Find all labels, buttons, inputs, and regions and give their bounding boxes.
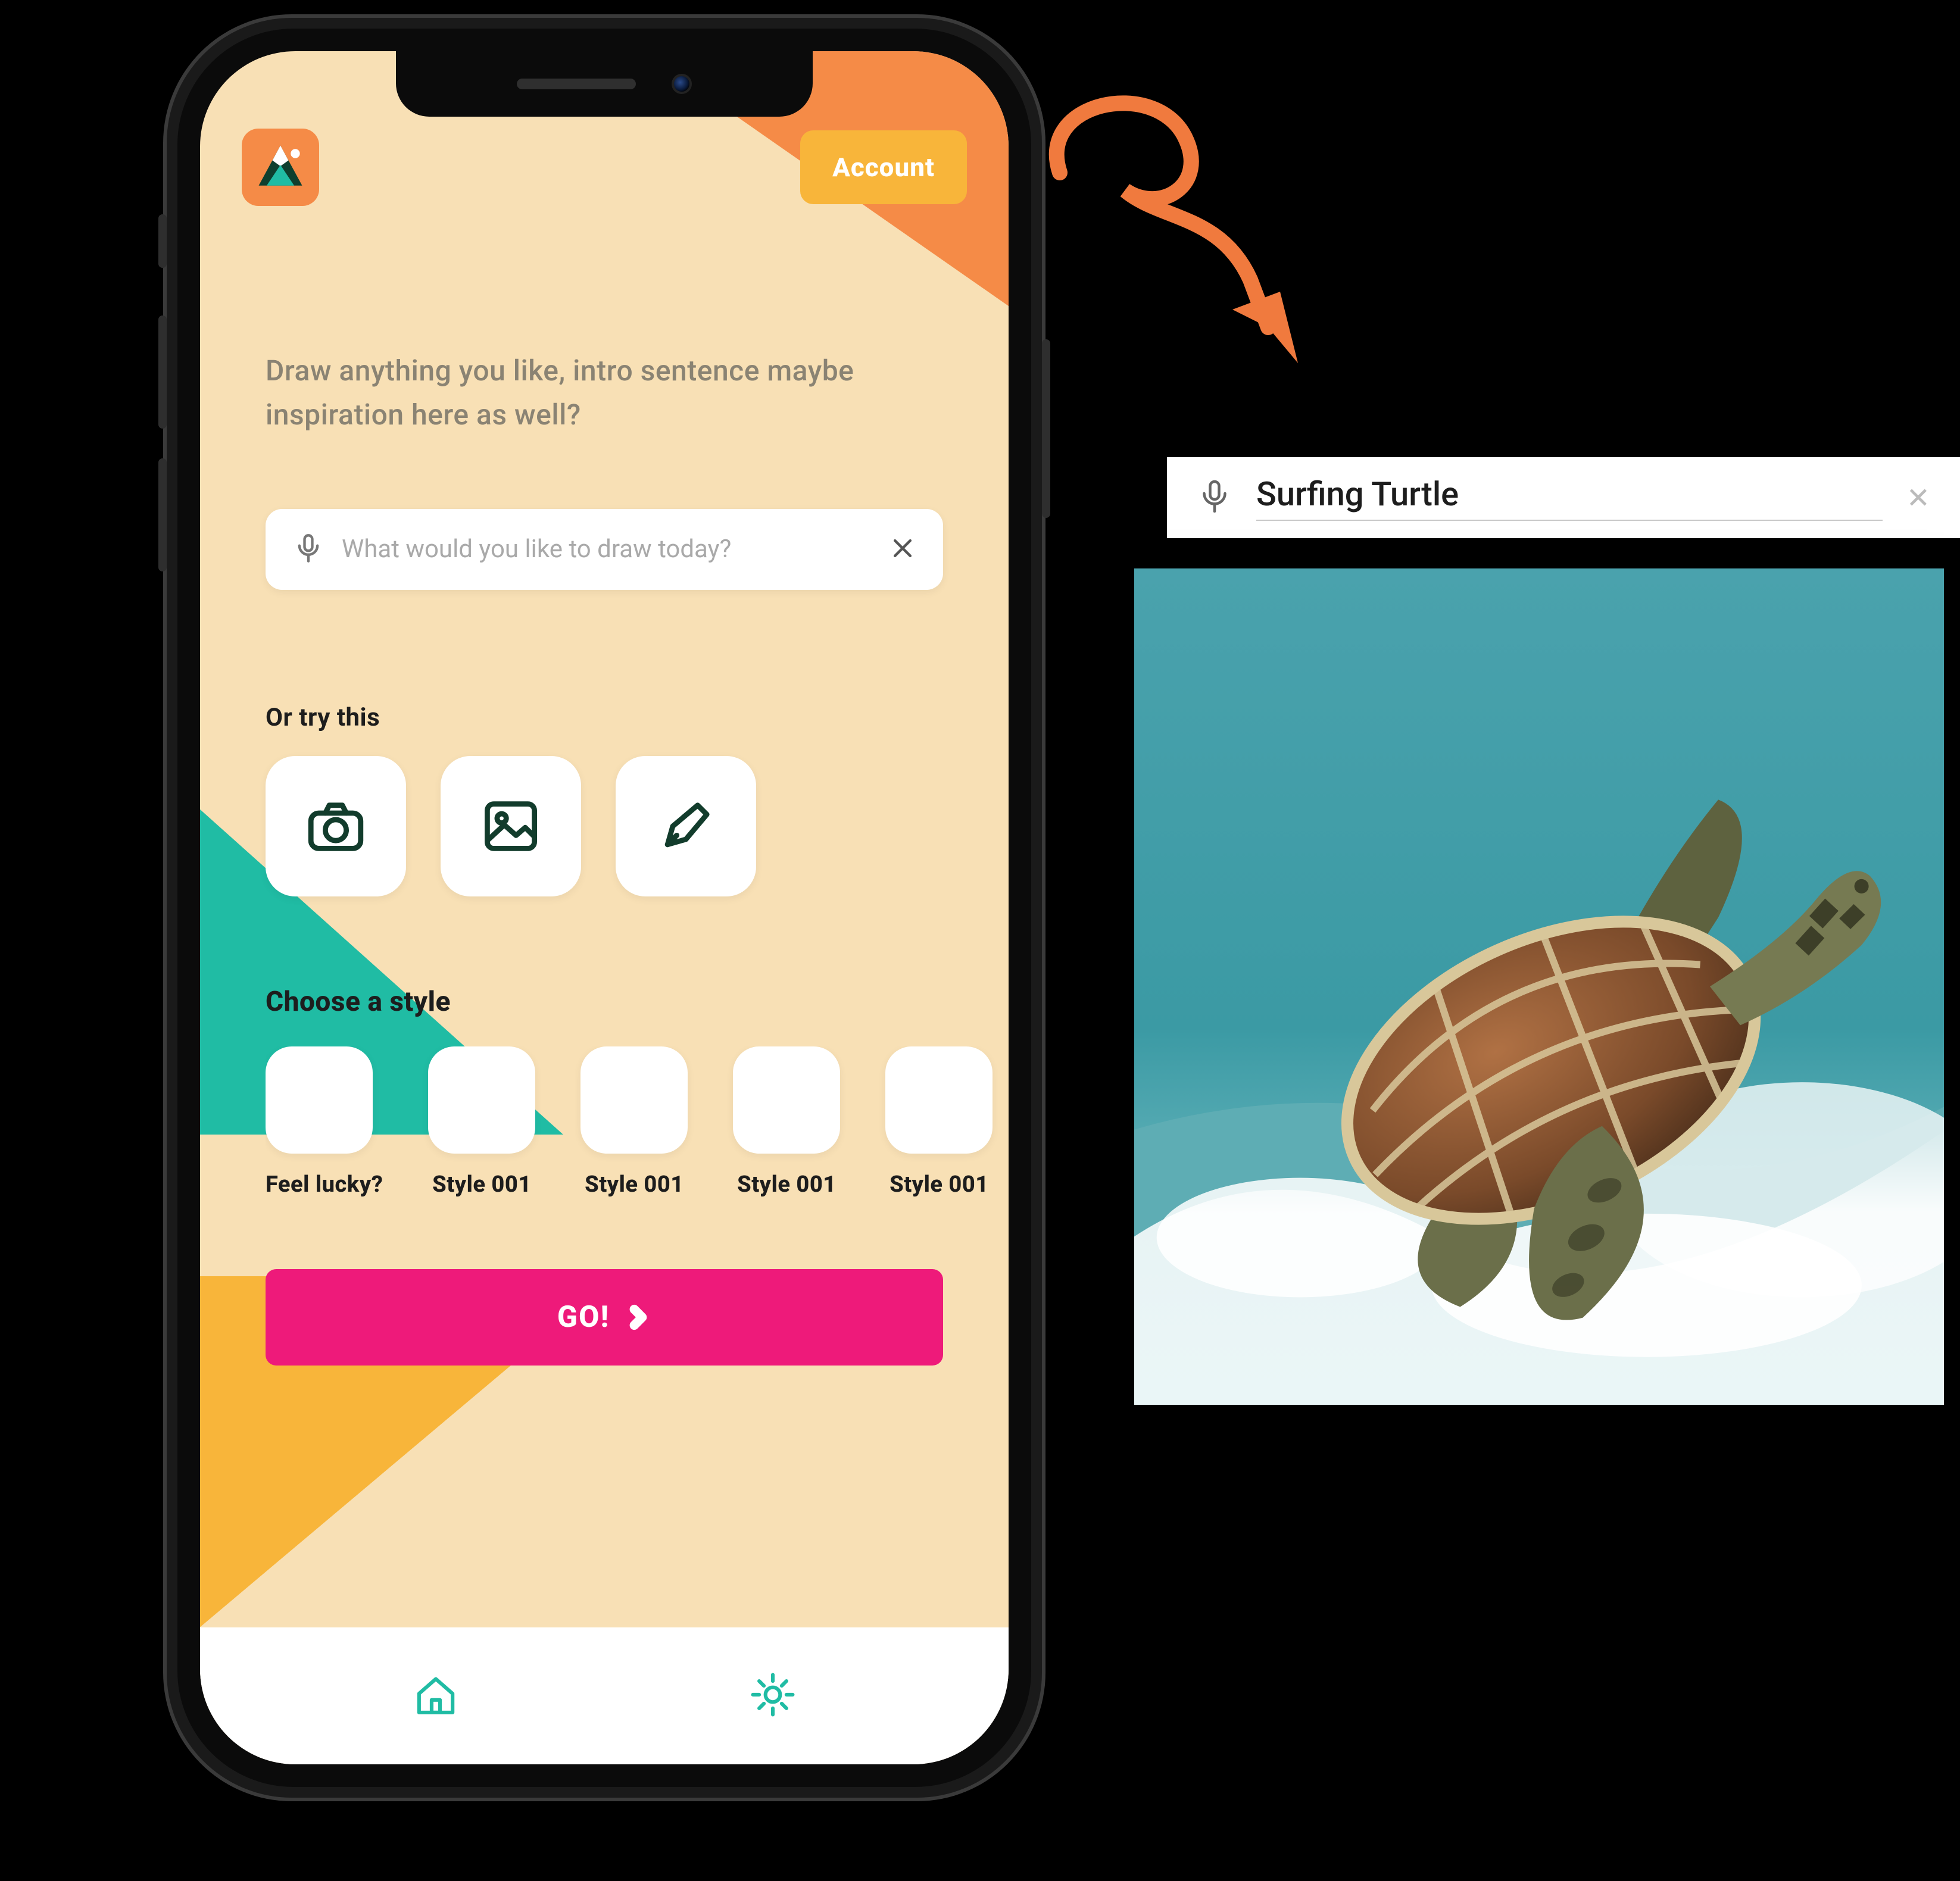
chevron-right-icon [624,1304,651,1331]
microphone-icon[interactable] [1197,479,1232,517]
prompt-input[interactable] [342,535,872,564]
phone-side-button [158,214,167,268]
style-thumb [428,1046,535,1154]
alt-tool-image[interactable] [441,756,581,896]
go-button[interactable]: GO! [266,1269,943,1366]
phone-side-button [158,458,167,571]
intro-text: Draw anything you like, intro sentence m… [266,349,943,438]
or-try-label: Or try this [266,703,943,732]
camera-icon [303,793,369,859]
callout-arrow [1024,65,1322,375]
style-item[interactable]: Style 001 [885,1046,993,1198]
phone-frame: Account Draw anything you like, intro se… [167,18,1042,1798]
choose-style-label: Choose a style [266,986,943,1018]
alt-tool-camera[interactable] [266,756,406,896]
style-thumb [885,1046,993,1154]
style-label: Style 001 [885,1171,993,1198]
style-item-feel-lucky[interactable]: Feel lucky? [266,1046,383,1198]
logo-mountain-icon [252,139,309,196]
style-item[interactable]: Style 001 [733,1046,840,1198]
pen-icon [653,793,719,859]
style-thumb [733,1046,840,1154]
result-search-bar[interactable]: Surfing Turtle ✕ [1167,457,1960,538]
nav-home-button[interactable] [335,1668,537,1723]
app-header: Account [200,129,1009,206]
image-icon [478,793,544,859]
account-button[interactable]: Account [800,130,967,204]
style-item[interactable]: Style 001 [580,1046,688,1198]
home-icon [410,1668,462,1721]
prompt-input-container[interactable] [266,509,943,590]
app-screen: Account Draw anything you like, intro se… [200,51,1009,1764]
style-label: Style 001 [428,1171,535,1198]
microphone-icon[interactable] [293,533,324,566]
bottom-nav [200,1627,1009,1764]
style-thumb [580,1046,688,1154]
phone-notch [396,51,813,117]
nav-settings-button[interactable] [672,1668,874,1723]
style-label: Style 001 [580,1171,688,1198]
style-label: Feel lucky? [266,1171,383,1198]
result-search-text[interactable]: Surfing Turtle [1256,474,1883,521]
close-icon[interactable]: ✕ [1906,481,1930,515]
phone-side-button [158,315,167,429]
go-button-label: GO! [557,1300,610,1335]
generated-image [1134,568,1944,1405]
style-thumb [266,1046,373,1154]
style-item[interactable]: Style 001 [428,1046,535,1198]
gear-icon [747,1668,799,1721]
style-row[interactable]: Feel lucky? Style 001 Style 001 Style 00… [266,1046,1009,1198]
app-logo[interactable] [242,129,319,206]
alt-tool-pen[interactable] [616,756,756,896]
style-label: Style 001 [733,1171,840,1198]
clear-prompt-icon[interactable] [890,535,916,564]
